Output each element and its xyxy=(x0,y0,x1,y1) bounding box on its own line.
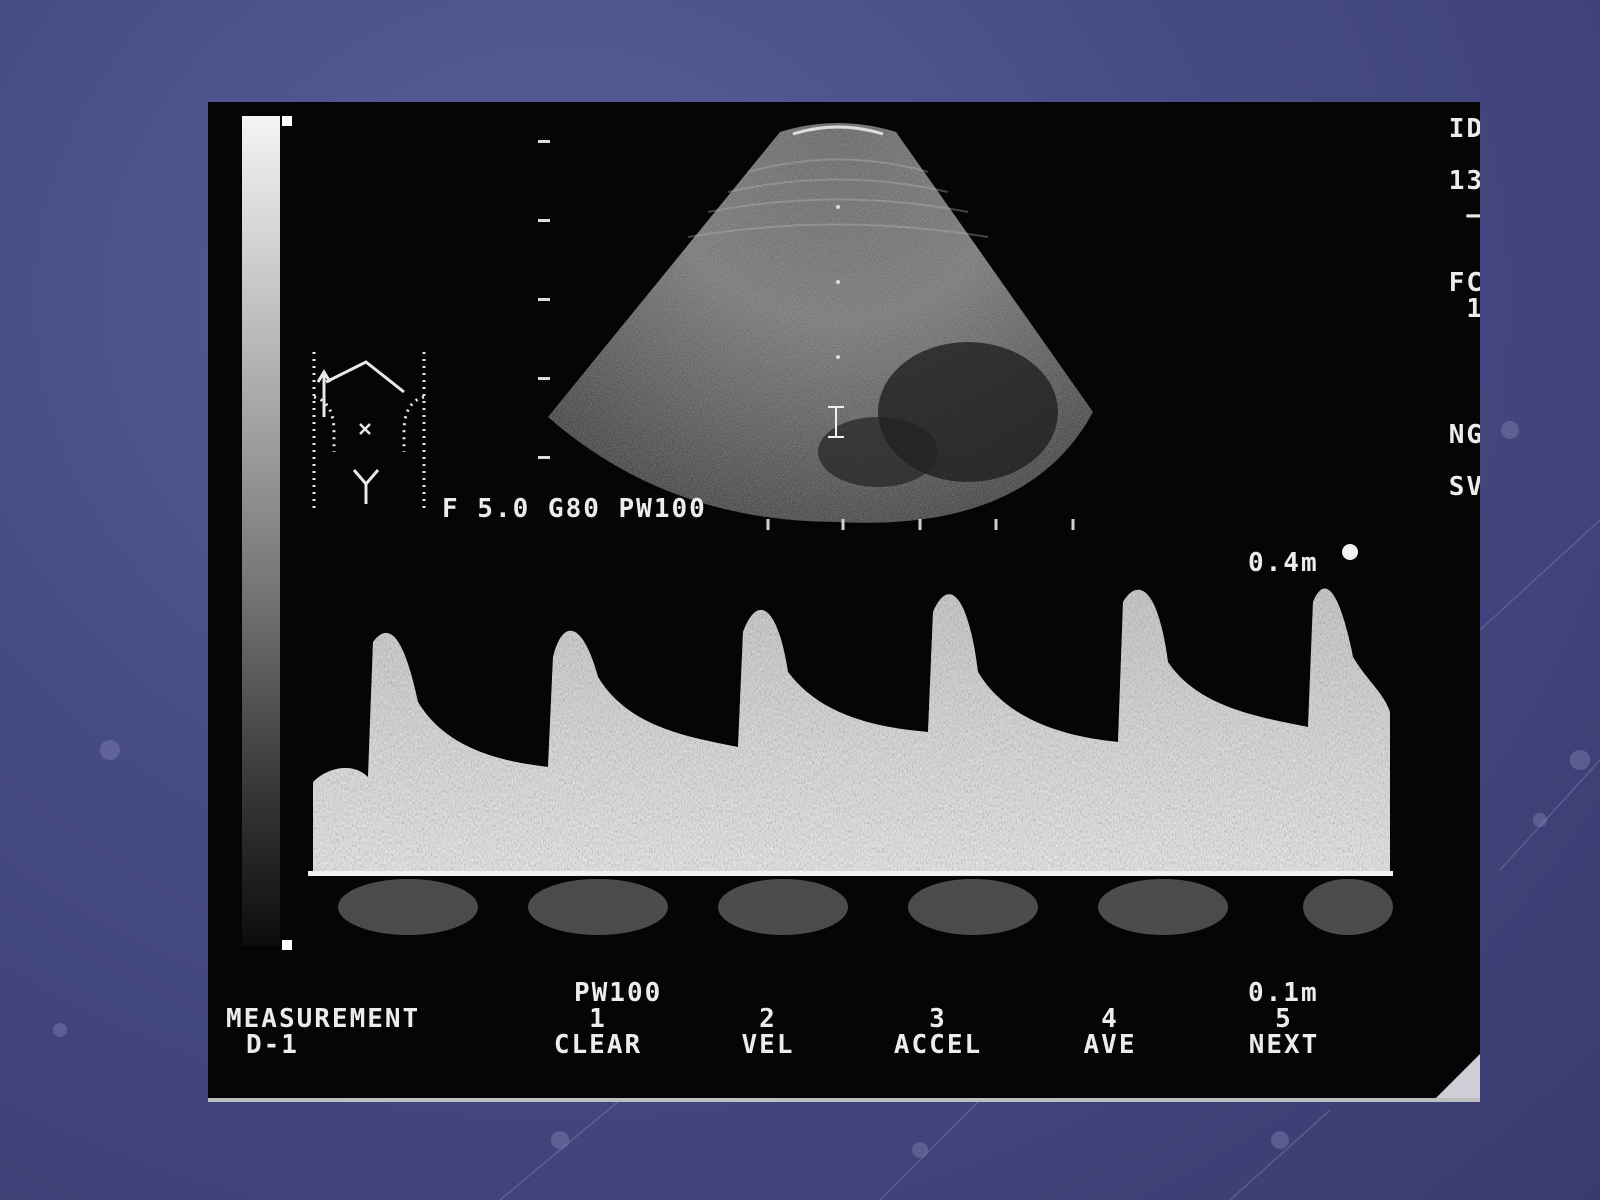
measurement-sub: D-1 xyxy=(246,1030,299,1060)
right-edge-text-sv: SV xyxy=(1448,472,1480,502)
softkey-2-label: VEL xyxy=(741,1030,795,1060)
grayscale-top-marker xyxy=(282,116,292,126)
velocity-scale-bottom: 0.1m xyxy=(1248,978,1319,1008)
right-edge-text-13: 13 xyxy=(1448,166,1480,196)
sector-image xyxy=(548,123,1093,530)
right-edge-text-ng: NG xyxy=(1448,420,1480,450)
softkey-4-label: AVE xyxy=(1083,1030,1137,1060)
right-edge-text-dash: — xyxy=(1466,202,1480,228)
right-edge-text-fc: FC xyxy=(1448,268,1480,298)
measurement-title: MEASUREMENT xyxy=(226,1004,421,1034)
softkey-1[interactable]: 1 CLEAR xyxy=(538,1006,658,1058)
right-edge-text-1: 1 xyxy=(1466,294,1480,324)
softkey-4[interactable]: 4 AVE xyxy=(1060,1006,1160,1058)
softkey-1-label: CLEAR xyxy=(553,1030,643,1060)
softkey-5-label: NEXT xyxy=(1248,1030,1320,1060)
softkey-5[interactable]: 5 NEXT xyxy=(1224,1006,1344,1058)
corner-fold-icon xyxy=(1436,1054,1480,1098)
grayscale-bottom-marker xyxy=(282,940,292,950)
softkey-3-number: 3 xyxy=(929,1004,947,1034)
ultrasound-screen: F 5.0 G80 PW100 0.4m PW100 0.1m MEASUREM… xyxy=(208,102,1480,1098)
softkey-4-number: 4 xyxy=(1101,1004,1119,1034)
softkey-3[interactable]: 3 ACCEL xyxy=(878,1006,998,1058)
softkey-5-number: 5 xyxy=(1275,1004,1293,1034)
softkey-3-label: ACCEL xyxy=(893,1030,983,1060)
softkey-2[interactable]: 2 VEL xyxy=(718,1006,818,1058)
softkey-2-number: 2 xyxy=(759,1004,777,1034)
imaging-parameters: F 5.0 G80 PW100 xyxy=(442,494,707,524)
body-marker-icon xyxy=(312,352,426,512)
grayscale-bar xyxy=(242,116,280,946)
right-edge-text-id: ID xyxy=(1448,114,1480,144)
softkey-1-number: 1 xyxy=(589,1004,607,1034)
doppler-mode-label: PW100 xyxy=(574,978,663,1008)
doppler-spectrum xyxy=(308,588,1393,935)
scale-marker-icon xyxy=(1342,544,1358,560)
